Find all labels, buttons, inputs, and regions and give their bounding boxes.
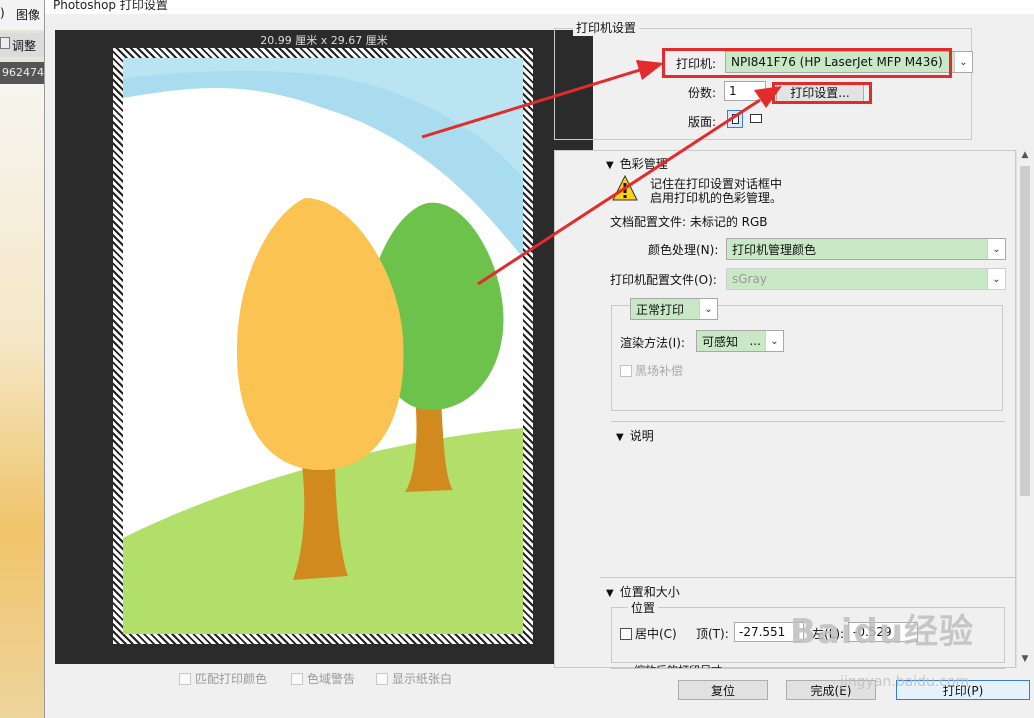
checkbox-label: 黑场补偿	[635, 364, 684, 378]
print-mode-value: 正常打印	[631, 299, 699, 319]
rendering-intent-ellipsis: ...	[749, 334, 761, 348]
menu-bracket: )	[0, 6, 5, 20]
collapse-triangle-icon[interactable]: ▼	[606, 160, 614, 171]
chevron-down-icon[interactable]: ⌄	[699, 299, 717, 319]
warning-icon	[612, 174, 638, 201]
scaled-size-group	[611, 668, 1005, 670]
print-settings-highlight-box	[772, 82, 872, 104]
print-mode-select[interactable]: 正常打印 ⌄	[630, 298, 718, 320]
chevron-down-icon[interactable]: ⌄	[765, 331, 783, 351]
divider	[611, 421, 1005, 422]
background-canvas	[0, 84, 44, 718]
section-title: 位置和大小	[619, 585, 680, 599]
preview-image[interactable]	[123, 58, 523, 634]
scrollbar-thumb[interactable]	[1020, 166, 1030, 496]
background-doc-tab[interactable]: 962474	[0, 62, 44, 84]
copies-input[interactable]: 1	[724, 81, 766, 101]
chevron-down-icon[interactable]: ⌄	[987, 269, 1005, 289]
section-title: 说明	[629, 429, 654, 443]
show-paper-white-checkbox[interactable]: 显示纸张白	[376, 670, 452, 687]
checkbox-label: 色域警告	[307, 672, 356, 686]
scroll-up-icon[interactable]: ▲	[1017, 150, 1033, 164]
match-print-colors-checkbox[interactable]: 匹配打印颜色	[179, 670, 267, 687]
printer-profile-label: 打印机配置文件(O):	[610, 273, 717, 287]
printer-profile-select[interactable]: sGray ⌄	[726, 268, 1006, 290]
color-management-header[interactable]: ▼ 色彩管理	[606, 155, 668, 172]
position-group-title: 位置	[628, 599, 659, 616]
divider	[600, 577, 1016, 578]
paper-dimensions: 20.99 厘米 x 29.67 厘米	[260, 34, 388, 47]
print-preview: 20.99 厘米 x 29.67 厘米	[55, 30, 593, 664]
color-handling-label: 颜色处理(N):	[648, 243, 719, 257]
landscape-layout-icon[interactable]	[748, 110, 766, 128]
position-size-header[interactable]: ▼ 位置和大小	[606, 583, 680, 600]
dialog-title: Photoshop 打印设置	[53, 0, 168, 12]
black-point-compensation-checkbox[interactable]: 黑场补偿	[620, 362, 683, 379]
section-title: 色彩管理	[619, 157, 668, 171]
preview-paper	[113, 48, 533, 644]
top-label: 顶(T):	[696, 627, 729, 641]
background-menubar: ) 图像	[0, 0, 44, 30]
scaled-size-title: 缩放后的打印尺寸	[634, 662, 722, 668]
chevron-down-icon[interactable]: ⌄	[987, 239, 1005, 259]
checkbox-label: 显示纸张白	[392, 672, 453, 686]
gamut-warning-checkbox[interactable]: 色域警告	[291, 670, 355, 687]
printer-profile-value: sGray	[727, 269, 987, 289]
scroll-down-icon[interactable]: ▼	[1017, 654, 1033, 668]
rendering-intent-text: 可感知	[702, 334, 739, 349]
warning-line-2: 启用打印机的色彩管理。	[650, 191, 783, 205]
printer-highlight-box	[662, 48, 952, 78]
baidu-watermark: Baidu经验 jingyan.baidu.com	[790, 604, 975, 690]
watermark-url: jingyan.baidu.com	[840, 674, 970, 690]
checkbox-box[interactable]	[376, 672, 388, 685]
rendering-intent-label: 渲染方法(I):	[620, 336, 685, 350]
rendering-intent-select[interactable]: 可感知 ... ⌄	[696, 330, 784, 352]
collapse-triangle-icon[interactable]: ▼	[606, 588, 614, 599]
collapse-triangle-icon[interactable]: ▼	[616, 432, 624, 443]
checkbox-box[interactable]	[620, 627, 632, 640]
description-header[interactable]: ▼ 说明	[616, 427, 654, 444]
background-app: ) 图像 调整 962474	[0, 0, 44, 718]
toolbar-adjust[interactable]: 调整	[12, 37, 36, 54]
chevron-down-icon[interactable]: ⌄	[954, 52, 972, 72]
background-toolbar: 调整	[0, 33, 44, 57]
color-handling-value: 打印机管理颜色	[727, 239, 987, 259]
checkbox-box[interactable]	[179, 672, 191, 685]
layout-label: 版面:	[688, 115, 717, 129]
copies-label: 份数:	[688, 86, 717, 100]
dialog-titlebar[interactable]: Photoshop 打印设置	[45, 0, 1034, 14]
watermark-brand: Baidu经验	[790, 612, 975, 652]
tree-illustration	[123, 58, 523, 634]
rendering-intent-value: 可感知 ...	[697, 331, 765, 351]
checkbox-box[interactable]	[291, 672, 303, 685]
menu-image[interactable]: 图像	[16, 6, 40, 23]
center-checkbox[interactable]: 居中(C)	[620, 625, 677, 642]
reset-button[interactable]: 复位	[678, 680, 768, 700]
printer-settings-title: 打印机设置	[573, 19, 640, 36]
print-mode-group	[611, 305, 1003, 411]
checkbox-label: 居中(C)	[635, 627, 677, 641]
toolbar-checkbox[interactable]	[0, 37, 10, 49]
color-handling-select[interactable]: 打印机管理颜色 ⌄	[726, 238, 1006, 260]
settings-scrollbar[interactable]: ▲ ▼	[1016, 150, 1032, 668]
document-profile: 文档配置文件: 未标记的 RGB	[610, 215, 768, 229]
portrait-layout-icon[interactable]	[727, 110, 743, 128]
checkbox-label: 匹配打印颜色	[195, 672, 268, 686]
checkbox-box[interactable]	[620, 364, 632, 377]
